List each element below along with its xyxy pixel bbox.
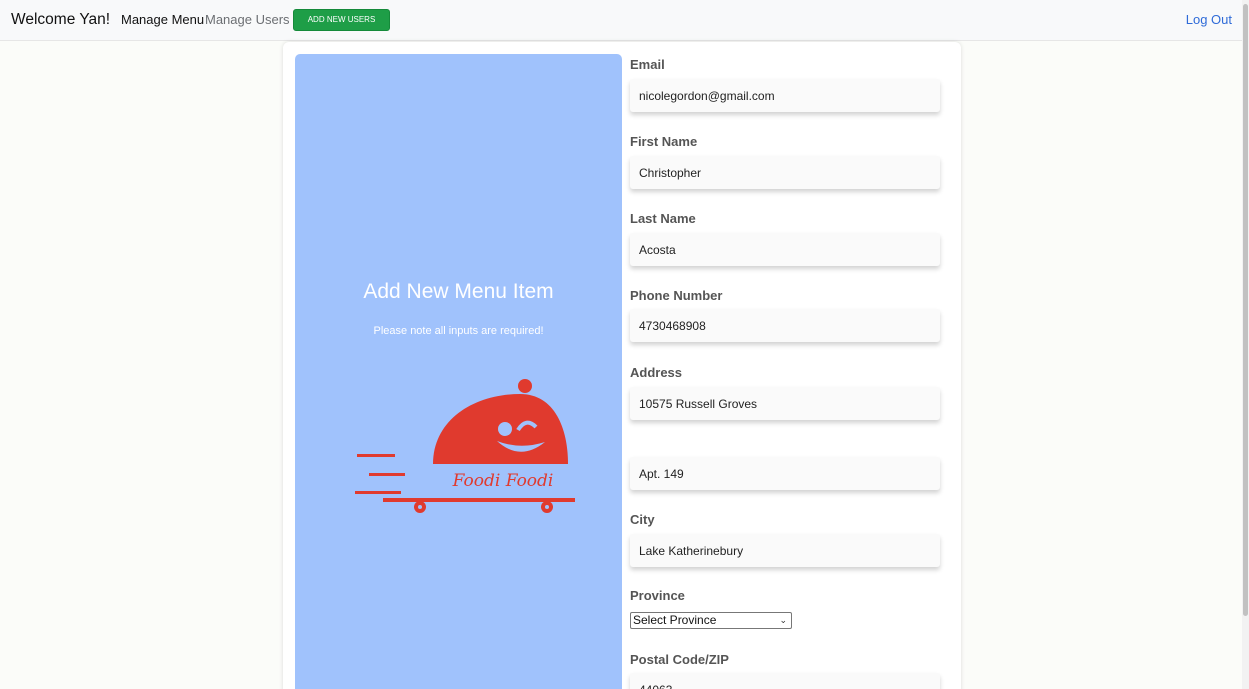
last-name-field[interactable] [630, 233, 940, 266]
email-label: Email [630, 57, 665, 72]
phone-label: Phone Number [630, 288, 723, 303]
add-new-users-button[interactable]: ADD NEW USERS [293, 9, 390, 31]
first-name-field[interactable] [630, 156, 940, 189]
foodi-logo: Foodi Foodi [355, 379, 575, 513]
address-field[interactable] [630, 387, 940, 420]
email-field[interactable] [630, 79, 940, 112]
address-line-2-field[interactable] [630, 457, 940, 490]
logout-link[interactable]: Log Out [1186, 12, 1232, 27]
scrollbar-thumb[interactable] [1243, 4, 1248, 616]
address-label: Address [630, 365, 683, 380]
postal-code-field[interactable] [630, 673, 940, 689]
hero-title: Add New Menu Item [363, 280, 554, 303]
hero-note: Please note all inputs are required! [373, 325, 544, 337]
chevron-down-icon: ⌄ [779, 615, 787, 625]
form-card: Add New Menu Item Please note all inputs… [283, 42, 961, 689]
city-label: City [630, 512, 655, 527]
province-selected-value: Select Province [633, 613, 717, 627]
welcome-brand[interactable]: Welcome Yan! [11, 11, 110, 29]
page-scrollbar[interactable] [1242, 0, 1249, 689]
province-label: Province [630, 588, 685, 603]
first-name-label: First Name [630, 134, 698, 149]
city-field[interactable] [630, 534, 940, 567]
last-name-label: Last Name [630, 211, 696, 226]
logo-text: Foodi Foodi [452, 471, 554, 491]
nav-link-manage-menu[interactable]: Manage Menu [121, 12, 204, 27]
postal-label: Postal Code/ZIP [630, 652, 729, 667]
nav-link-manage-users[interactable]: Manage Users [205, 12, 290, 27]
hero-panel: Add New Menu Item Please note all inputs… [295, 54, 622, 689]
phone-field[interactable] [630, 309, 940, 342]
top-navbar: Welcome Yan! Manage Menu Manage Users AD… [0, 0, 1242, 41]
province-select[interactable]: Select Province ⌄ [630, 612, 792, 629]
